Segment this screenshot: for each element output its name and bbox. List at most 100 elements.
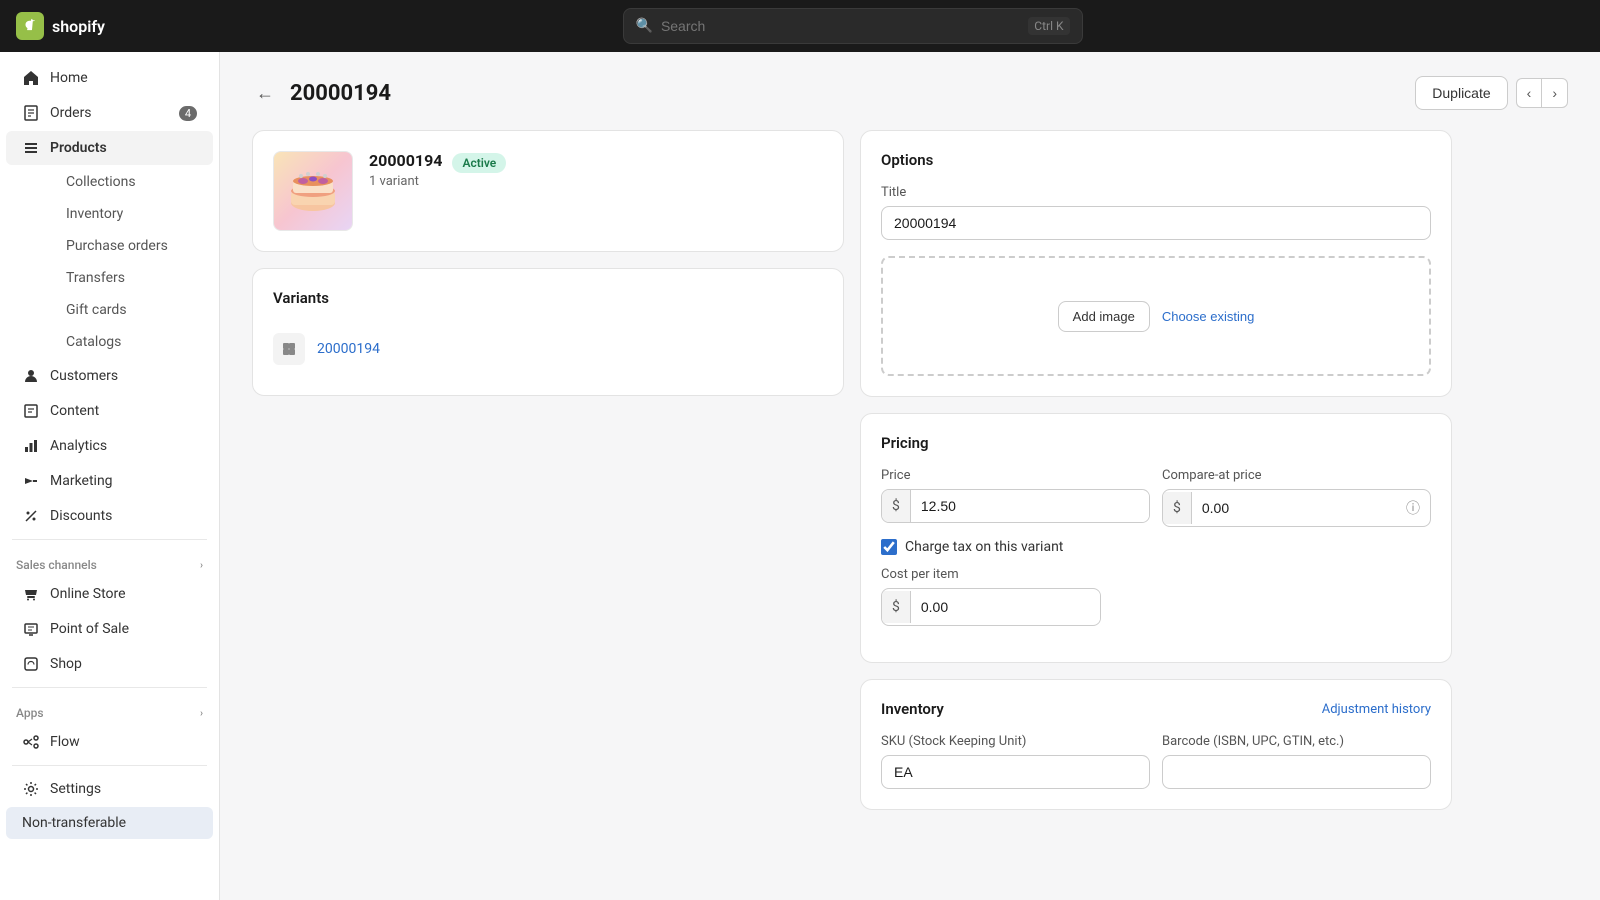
charge-tax-checkbox[interactable] [881,539,897,555]
variant-row: 20000194 [273,323,823,375]
back-button[interactable]: ← [252,79,278,108]
sidebar-label-content: Content [50,403,99,419]
sidebar-item-inventory[interactable]: Inventory [50,198,213,230]
sidebar-item-discounts[interactable]: Discounts [6,499,213,533]
inventory-card: Inventory Adjustment history SKU (Stock … [860,679,1452,810]
duplicate-button[interactable]: Duplicate [1415,76,1507,110]
sidebar-item-content[interactable]: Content [6,394,213,428]
search-bar[interactable]: 🔍 Ctrl K [623,8,1083,44]
sidebar-item-point-of-sale[interactable]: Point of Sale [6,612,213,646]
cost-input-wrapper: $ ⓘ [881,588,1101,626]
sidebar-item-non-transferable[interactable]: Non-transferable [6,807,213,839]
variants-title: Variants [273,289,823,307]
chevron-right-icon[interactable]: › [200,560,203,571]
cost-label: Cost per item [881,567,1431,582]
choose-existing-button[interactable]: Choose existing [1162,309,1255,324]
product-info: 20000194 Active 1 variant [273,151,823,231]
sidebar-item-purchase-orders[interactable]: Purchase orders [50,230,213,262]
topbar: shopify 🔍 Ctrl K [0,0,1600,52]
compare-info-icon[interactable]: ⓘ [1396,490,1430,526]
sidebar-item-gift-cards[interactable]: Gift cards [50,294,213,326]
charge-tax-label[interactable]: Charge tax on this variant [905,539,1063,555]
product-thumbnail [273,151,353,231]
main-content: ← 20000194 Duplicate ‹ › [220,52,1600,900]
logo-text: shopify [52,17,105,36]
settings-icon [22,780,40,798]
sidebar-item-online-store[interactable]: Online Store [6,577,213,611]
product-image [274,152,352,230]
compare-currency: $ [1163,492,1192,524]
sidebar-item-marketing[interactable]: Marketing [6,464,213,498]
variants-card: Variants 20000194 [252,268,844,396]
price-label: Price [881,468,1150,483]
price-input[interactable] [911,490,1149,522]
sidebar-item-settings[interactable]: Settings [6,772,213,806]
sidebar-item-analytics[interactable]: Analytics [6,429,213,463]
inventory-title: Inventory [881,700,944,718]
product-details: 20000194 Active 1 variant [369,151,506,189]
sidebar-item-transfers[interactable]: Transfers [50,262,213,294]
title-field-group: Title [881,185,1431,240]
sidebar-divider-1 [12,539,207,540]
sku-input[interactable] [881,755,1150,789]
sidebar-item-shop[interactable]: Shop [6,647,213,681]
pricing-title: Pricing [881,434,1431,452]
search-input[interactable] [661,18,1020,34]
add-image-button[interactable]: Add image [1058,301,1150,332]
analytics-icon [22,437,40,455]
title-input[interactable] [881,206,1431,240]
barcode-input[interactable] [1162,755,1431,789]
sidebar-item-orders[interactable]: Orders 4 [6,96,213,130]
page-title: 20000194 [290,81,391,106]
sidebar-label-home: Home [50,70,88,86]
sidebar-item-customers[interactable]: Customers [6,359,213,393]
product-status-badge: Active [452,153,506,173]
orders-badge: 4 [179,106,197,121]
sku-field-group: SKU (Stock Keeping Unit) [881,734,1150,789]
sidebar-item-catalogs[interactable]: Catalogs [50,326,213,358]
sidebar-label-online-store: Online Store [50,586,126,602]
cost-input[interactable] [911,591,1101,623]
apps-label: Apps [16,706,44,720]
sidebar-item-products[interactable]: Products [6,131,213,165]
marketing-icon [22,472,40,490]
sidebar-label-settings: Settings [50,781,101,797]
apps-section: Apps › [0,694,219,724]
price-currency: $ [882,490,911,522]
barcode-label: Barcode (ISBN, UPC, GTIN, etc.) [1162,734,1431,749]
page-header: ← 20000194 Duplicate ‹ › [252,76,1568,110]
options-card: Options Title Add image Choose existing [860,130,1452,397]
sidebar-label-discounts: Discounts [50,508,112,524]
flow-icon [22,733,40,751]
sidebar-divider-3 [12,765,207,766]
sidebar-label-analytics: Analytics [50,438,107,454]
sidebar-label-transfers: Transfers [66,270,125,286]
nav-arrows: ‹ › [1516,78,1568,108]
home-icon [22,69,40,87]
inventory-row: SKU (Stock Keeping Unit) Barcode (ISBN, … [881,734,1431,789]
sidebar-label-collections: Collections [66,174,136,190]
compare-input[interactable] [1192,492,1396,524]
search-icon: 🔍 [636,18,653,34]
apps-chevron-icon[interactable]: › [200,708,203,719]
compare-price-field-group: Compare-at price $ ⓘ [1162,468,1431,527]
sidebar-label-gift-cards: Gift cards [66,302,127,318]
sidebar-item-flow[interactable]: Flow [6,725,213,759]
sidebar-item-home[interactable]: Home [6,61,213,95]
store-icon [22,585,40,603]
left-column: 20000194 Active 1 variant Variants [252,130,844,810]
variant-count: 1 variant [369,174,506,189]
sidebar-label-purchase-orders: Purchase orders [66,238,168,254]
adjustment-history-link[interactable]: Adjustment history [1322,702,1431,717]
cost-currency: $ [882,591,911,623]
sidebar-label-marketing: Marketing [50,473,113,489]
inventory-header: Inventory Adjustment history [881,700,1431,718]
sidebar-item-collections[interactable]: Collections [50,166,213,198]
nav-prev-button[interactable]: ‹ [1516,78,1542,108]
sidebar: Home Orders 4 Products Collections Inven… [0,52,220,900]
pricing-row: Price $ Compare-at price $ ⓘ [881,468,1431,527]
variant-link[interactable]: 20000194 [317,341,380,357]
variant-icon [273,333,305,365]
nav-next-button[interactable]: › [1541,78,1568,108]
product-info-card: 20000194 Active 1 variant [252,130,844,252]
